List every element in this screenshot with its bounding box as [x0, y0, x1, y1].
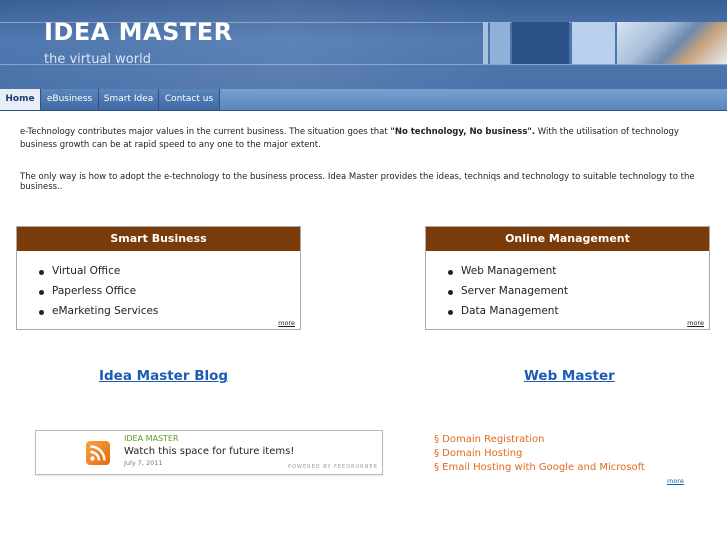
- site-title: IDEA MASTER: [44, 18, 233, 46]
- nav-contact-us[interactable]: Contact us: [159, 89, 220, 110]
- bullet-icon: [448, 290, 453, 295]
- list-item: eMarketing Services: [39, 305, 158, 325]
- webmaster-item[interactable]: § Domain Hosting: [434, 448, 645, 462]
- box-list: Web Management Server Management Data Ma…: [448, 265, 568, 325]
- list-item: Server Management: [448, 285, 568, 305]
- list-item: Virtual Office: [39, 265, 158, 285]
- webmaster-list: § Domain Registration § Domain Hosting §…: [434, 434, 645, 476]
- list-item: Paperless Office: [39, 285, 158, 305]
- box-list: Virtual Office Paperless Office eMarketi…: [39, 265, 158, 325]
- feed-date: July 7, 2011: [124, 459, 163, 467]
- feed-widget: IDEA MASTER Watch this space for future …: [35, 430, 383, 475]
- list-item-label: eMarketing Services: [52, 305, 159, 317]
- bullet-icon: [39, 270, 44, 275]
- online-management-box: Online Management Web Management Server …: [425, 226, 710, 330]
- box-title: Smart Business: [17, 227, 300, 251]
- rss-icon-glyph: [90, 445, 106, 461]
- nav-home[interactable]: Home: [0, 89, 41, 110]
- header-photo: [617, 22, 727, 64]
- banner-block: [512, 22, 569, 64]
- smart-business-box: Smart Business Virtual Office Paperless …: [16, 226, 301, 330]
- bullet-icon: [448, 270, 453, 275]
- list-item-label: Web Management: [461, 265, 557, 277]
- webmaster-title-link[interactable]: Web Master: [524, 368, 615, 384]
- bullet-icon: [39, 290, 44, 295]
- banner-block: [572, 22, 615, 64]
- list-item-label: Server Management: [461, 285, 568, 297]
- list-item-label: Paperless Office: [52, 285, 137, 297]
- list-item: Data Management: [448, 305, 568, 325]
- webmaster-item[interactable]: § Domain Registration: [434, 434, 645, 448]
- intro-paragraph-2: The only way is how to adopt the e-techn…: [20, 172, 695, 192]
- blog-title-link[interactable]: Idea Master Blog: [99, 368, 228, 384]
- intro-text: e-Technology contributes major values in…: [20, 127, 391, 137]
- more-link[interactable]: more: [687, 319, 704, 327]
- intro-paragraph: e-Technology contributes major values in…: [20, 126, 710, 152]
- rss-icon[interactable]: [86, 441, 110, 465]
- banner-block: [490, 22, 510, 64]
- webmaster-item[interactable]: § Email Hosting with Google and Microsof…: [434, 462, 645, 476]
- main-nav: Home eBusiness Smart Idea Contact us: [0, 89, 727, 111]
- banner-block: [483, 22, 488, 64]
- webmaster-more-link[interactable]: more: [667, 477, 684, 485]
- feed-name[interactable]: IDEA MASTER: [124, 434, 179, 443]
- bullet-icon: [39, 310, 44, 315]
- box-title: Online Management: [426, 227, 709, 251]
- nav-smart-idea[interactable]: Smart Idea: [99, 89, 159, 110]
- bullet-icon: [448, 310, 453, 315]
- nav-ebusiness[interactable]: eBusiness: [41, 89, 99, 110]
- intro-quote: "No technology, No business".: [390, 127, 536, 137]
- site-subtitle: the virtual world: [44, 52, 151, 67]
- list-item: Web Management: [448, 265, 568, 285]
- more-link[interactable]: more: [278, 319, 295, 327]
- list-item-label: Data Management: [461, 305, 559, 317]
- nav-filler: [220, 89, 727, 110]
- feedburner-badge[interactable]: POWERED BY FEEDBURNER: [288, 464, 378, 470]
- feed-item[interactable]: Watch this space for future items!: [124, 446, 294, 457]
- header-banner: IDEA MASTER the virtual world: [0, 0, 727, 89]
- list-item-label: Virtual Office: [52, 265, 121, 277]
